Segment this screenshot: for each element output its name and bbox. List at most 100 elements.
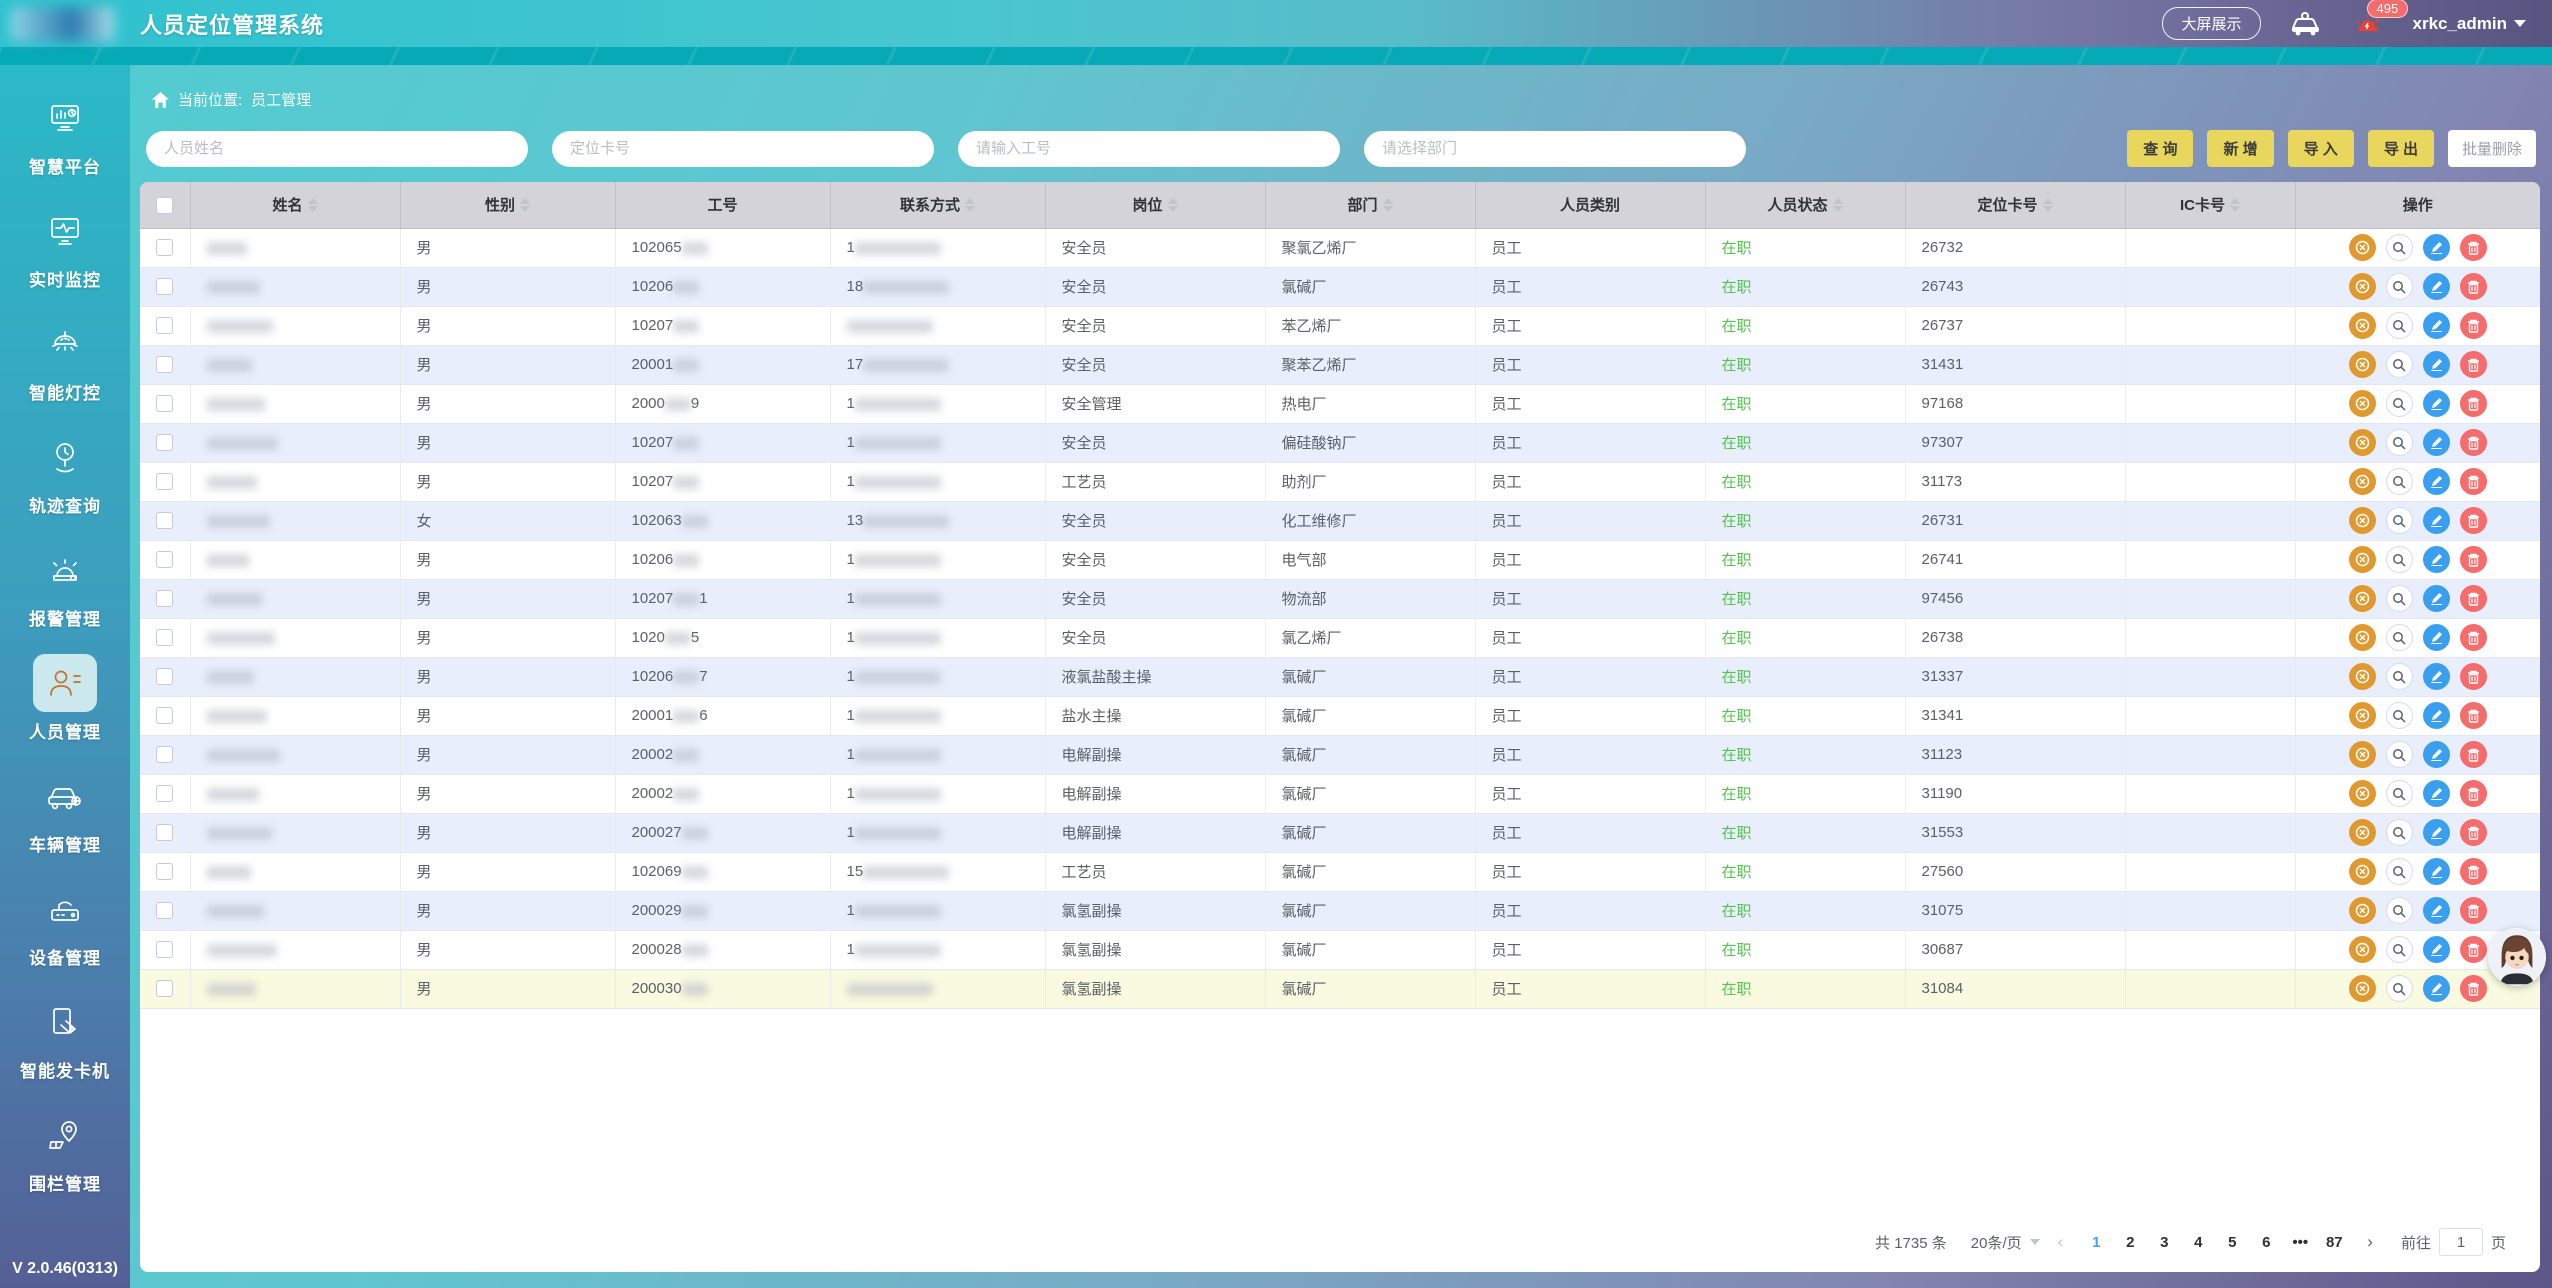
page-number-6[interactable]: 6 xyxy=(2251,1231,2281,1254)
view-button[interactable] xyxy=(2386,390,2413,417)
edit-button[interactable] xyxy=(2423,780,2450,807)
page-number-3[interactable]: 3 xyxy=(2149,1231,2179,1254)
person-name-input[interactable] xyxy=(146,131,528,167)
column-header[interactable]: IC卡号 xyxy=(2125,182,2295,228)
batch-delete-button[interactable]: 批量删除 xyxy=(2448,130,2536,167)
edit-button[interactable] xyxy=(2423,390,2450,417)
view-button[interactable] xyxy=(2386,546,2413,573)
unbind-button[interactable] xyxy=(2349,624,2376,651)
sort-icon[interactable] xyxy=(965,198,975,212)
sidebar-item-person[interactable]: 人员管理 xyxy=(9,654,121,743)
delete-button[interactable] xyxy=(2460,312,2487,339)
table-row[interactable]: 男 200016 1 盐水主操 氯碱厂 员工 在职 31341 xyxy=(140,696,2540,735)
row-checkbox[interactable] xyxy=(156,278,173,295)
row-checkbox[interactable] xyxy=(156,941,173,958)
table-row[interactable]: 男 10207 1 安全员 偏硅酸钠厂 员工 在职 97307 xyxy=(140,423,2540,462)
assistant-avatar[interactable] xyxy=(2488,928,2546,986)
sidebar-item-platform[interactable]: 智慧平台 xyxy=(9,89,121,178)
sort-icon[interactable] xyxy=(1168,198,1178,212)
delete-button[interactable] xyxy=(2460,468,2487,495)
view-button[interactable] xyxy=(2386,273,2413,300)
delete-button[interactable] xyxy=(2460,819,2487,846)
edit-button[interactable] xyxy=(2423,819,2450,846)
row-checkbox[interactable] xyxy=(156,863,173,880)
edit-button[interactable] xyxy=(2423,741,2450,768)
edit-button[interactable] xyxy=(2423,312,2450,339)
add-button[interactable]: 新 增 xyxy=(2207,130,2273,167)
page-size-select[interactable]: 20条/页 xyxy=(1971,1232,2040,1253)
column-header[interactable]: 姓名 xyxy=(190,182,400,228)
row-checkbox[interactable] xyxy=(156,824,173,841)
alarm-notification-icon[interactable]: 495 xyxy=(2351,11,2385,37)
vehicle-monitor-icon[interactable] xyxy=(2289,11,2323,37)
bigscreen-button[interactable]: 大屏展示 xyxy=(2162,7,2260,40)
unbind-button[interactable] xyxy=(2349,273,2376,300)
sidebar-item-alarm[interactable]: 报警管理 xyxy=(9,541,121,630)
page-ellipsis[interactable]: ••• xyxy=(2285,1231,2315,1254)
table-row[interactable]: 男 20001 17 安全员 聚苯乙烯厂 员工 在职 31431 xyxy=(140,345,2540,384)
table-row[interactable]: 男 10207 1 工艺员 助剂厂 员工 在职 31173 xyxy=(140,462,2540,501)
delete-button[interactable] xyxy=(2460,858,2487,885)
unbind-button[interactable] xyxy=(2349,312,2376,339)
view-button[interactable] xyxy=(2386,585,2413,612)
row-checkbox[interactable] xyxy=(156,785,173,802)
delete-button[interactable] xyxy=(2460,507,2487,534)
table-row[interactable]: 男 10206 18 安全员 氯碱厂 员工 在职 26743 xyxy=(140,267,2540,306)
unbind-button[interactable] xyxy=(2349,780,2376,807)
table-row[interactable]: 男 200027 1 电解副操 氯碱厂 员工 在职 31553 xyxy=(140,813,2540,852)
import-button[interactable]: 导 入 xyxy=(2288,130,2354,167)
row-checkbox[interactable] xyxy=(156,473,173,490)
row-checkbox[interactable] xyxy=(156,551,173,568)
column-header[interactable]: 人员状态 xyxy=(1705,182,1905,228)
column-header[interactable]: 定位卡号 xyxy=(1905,182,2125,228)
unbind-button[interactable] xyxy=(2349,975,2376,1002)
table-row[interactable]: 男 102067 1 液氯盐酸主操 氯碱厂 员工 在职 31337 xyxy=(140,657,2540,696)
edit-button[interactable] xyxy=(2423,663,2450,690)
query-button[interactable]: 查 询 xyxy=(2127,130,2193,167)
row-checkbox[interactable] xyxy=(156,668,173,685)
row-checkbox[interactable] xyxy=(156,902,173,919)
table-row[interactable]: 男 102071 1 安全员 物流部 员工 在职 97456 xyxy=(140,579,2540,618)
delete-button[interactable] xyxy=(2460,702,2487,729)
position-card-input[interactable] xyxy=(552,131,934,167)
edit-button[interactable] xyxy=(2423,273,2450,300)
view-button[interactable] xyxy=(2386,468,2413,495)
delete-button[interactable] xyxy=(2460,936,2487,963)
edit-button[interactable] xyxy=(2423,702,2450,729)
table-row[interactable]: 男 20002 1 电解副操 氯碱厂 员工 在职 31190 xyxy=(140,774,2540,813)
unbind-button[interactable] xyxy=(2349,429,2376,456)
edit-button[interactable] xyxy=(2423,585,2450,612)
view-button[interactable] xyxy=(2386,507,2413,534)
delete-button[interactable] xyxy=(2460,741,2487,768)
view-button[interactable] xyxy=(2386,351,2413,378)
delete-button[interactable] xyxy=(2460,546,2487,573)
delete-button[interactable] xyxy=(2460,429,2487,456)
row-checkbox[interactable] xyxy=(156,434,173,451)
edit-button[interactable] xyxy=(2423,507,2450,534)
job-number-input[interactable] xyxy=(958,131,1340,167)
table-row[interactable]: 女 102063 13 安全员 化工维修厂 员工 在职 26731 xyxy=(140,501,2540,540)
edit-button[interactable] xyxy=(2423,234,2450,261)
row-checkbox[interactable] xyxy=(156,707,173,724)
table-row[interactable]: 男 200029 1 氯氢副操 氯碱厂 员工 在职 31075 xyxy=(140,891,2540,930)
row-checkbox[interactable] xyxy=(156,317,173,334)
unbind-button[interactable] xyxy=(2349,702,2376,729)
unbind-button[interactable] xyxy=(2349,819,2376,846)
sort-icon[interactable] xyxy=(308,198,318,212)
column-header[interactable]: 部门 xyxy=(1265,182,1475,228)
sidebar-item-monitor[interactable]: 实时监控 xyxy=(9,202,121,291)
delete-button[interactable] xyxy=(2460,273,2487,300)
row-checkbox[interactable] xyxy=(156,629,173,646)
edit-button[interactable] xyxy=(2423,351,2450,378)
table-row[interactable]: 男 102069 15 工艺员 氯碱厂 员工 在职 27560 xyxy=(140,852,2540,891)
goto-page-input[interactable] xyxy=(2439,1228,2483,1256)
table-row[interactable]: 男 10205 1 安全员 氯乙烯厂 员工 在职 26738 xyxy=(140,618,2540,657)
delete-button[interactable] xyxy=(2460,663,2487,690)
unbind-button[interactable] xyxy=(2349,507,2376,534)
edit-button[interactable] xyxy=(2423,429,2450,456)
edit-button[interactable] xyxy=(2423,897,2450,924)
sort-icon[interactable] xyxy=(1833,198,1843,212)
view-button[interactable] xyxy=(2386,780,2413,807)
page-number-4[interactable]: 4 xyxy=(2183,1231,2213,1254)
department-select[interactable] xyxy=(1364,131,1746,167)
